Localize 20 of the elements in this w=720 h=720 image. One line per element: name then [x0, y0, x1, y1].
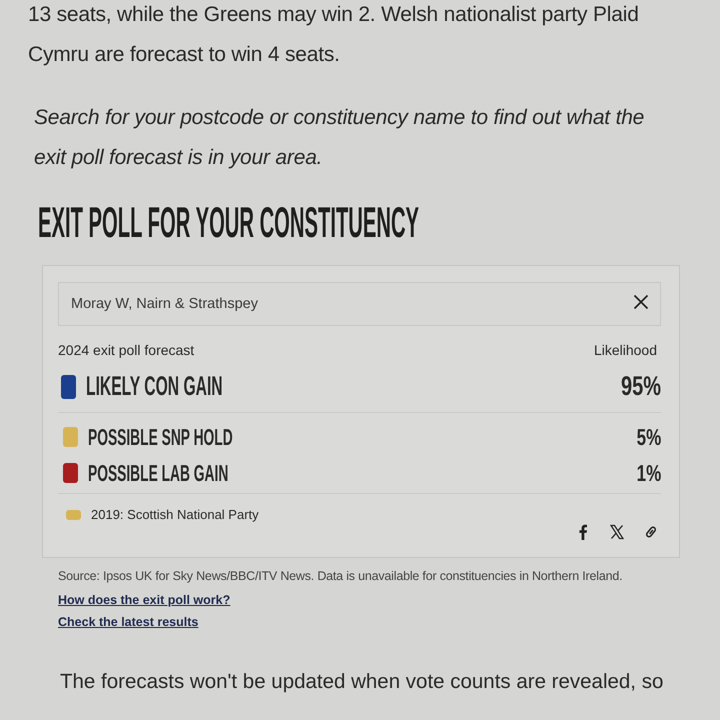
close-icon[interactable]	[633, 294, 649, 310]
outcome-label: POSSIBLE SNP HOLD	[88, 422, 233, 452]
section-heading: EXIT POLL FOR YOUR CONSTITUENCY	[38, 201, 420, 246]
previous-result: 2019: Scottish National Party	[91, 506, 259, 524]
likelihood-value: 95%	[621, 370, 661, 404]
article-paragraph: The forecasts won't be updated when vote counts are revealed, so	[60, 669, 664, 696]
outcome-label: LIKELY CON GAIN	[86, 370, 223, 404]
forecast-label: 2024 exit poll forecast	[58, 341, 194, 360]
article-paragraph: 13 seats, while the Greens may win 2. Welsh nationalist party Plaid Cymru are forecast to win 4 seats.	[28, 2, 640, 68]
text-link[interactable]: Check the latest results	[58, 611, 198, 634]
likelihood-label: Likelihood	[594, 341, 658, 360]
likelihood-value: 1%	[636, 458, 661, 488]
source-note: Source: Ipsos UK for Sky News/BBC/ITV News. Data is unavailable for constituencies in Northern Ireland.	[58, 568, 624, 585]
x-logo-icon[interactable]	[609, 524, 625, 540]
instruction-paragraph: Search for your postcode or constituency name to find out what the exit poll forecast is in your area.	[33, 105, 646, 170]
text-link[interactable]: How does the exit poll work?	[58, 589, 230, 612]
link-icon[interactable]	[643, 524, 659, 540]
likelihood-value: 5%	[636, 422, 661, 452]
search-field[interactable]: Moray W, Nairn & Strathspey	[58, 282, 661, 326]
outcome-label: POSSIBLE LAB GAIN	[88, 458, 228, 488]
